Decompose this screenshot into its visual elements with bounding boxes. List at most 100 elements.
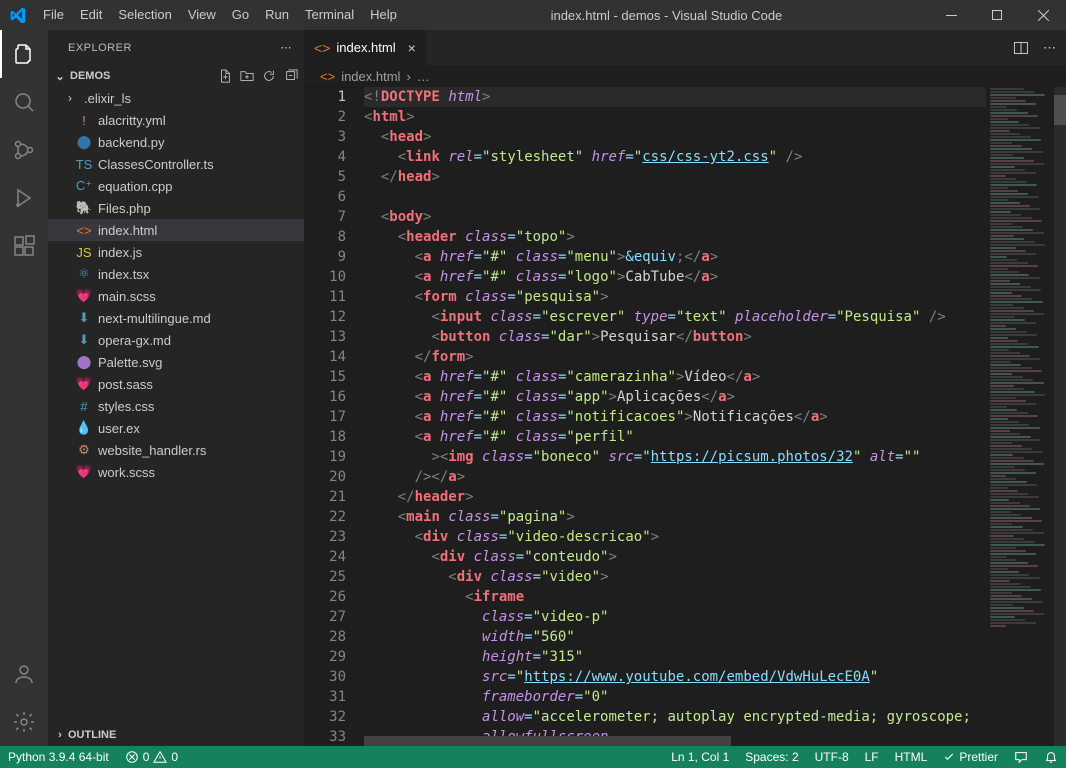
tree-item[interactable]: ›.elixir_ls: [48, 87, 304, 109]
activity-run[interactable]: [0, 174, 48, 222]
tab-close-icon[interactable]: ×: [408, 40, 416, 56]
file-tree[interactable]: ›.elixir_ls!alacritty.yml⬤backend.pyTSCl…: [48, 87, 304, 724]
file-name-label: opera-gx.md: [98, 333, 171, 348]
sidebar-explorer: EXPLORER ⋯ ⌄ DEMOS ›.elixir_ls!alacritty…: [48, 30, 304, 746]
file-icon: 💗: [76, 376, 92, 392]
editor-more-icon[interactable]: ⋯: [1043, 40, 1056, 56]
status-bell-icon[interactable]: [1036, 750, 1066, 764]
tree-item[interactable]: JS index.js: [48, 241, 304, 263]
scrollbar-thumb[interactable]: [1054, 95, 1066, 125]
tree-item[interactable]: ⬇ opera-gx.md: [48, 329, 304, 351]
tree-item[interactable]: 💗 post.sass: [48, 373, 304, 395]
file-icon: ⚙: [76, 442, 92, 458]
breadcrumb-file[interactable]: index.html: [341, 69, 400, 84]
activity-extensions[interactable]: [0, 222, 48, 270]
tab-index-html[interactable]: <> index.html ×: [304, 30, 427, 65]
file-name-label: equation.cpp: [98, 179, 172, 194]
status-language[interactable]: HTML: [887, 750, 936, 764]
menu-view[interactable]: View: [180, 0, 224, 30]
status-problems[interactable]: 0 0: [117, 750, 186, 764]
file-icon: JS: [76, 245, 92, 260]
tree-item[interactable]: ⚙website_handler.rs: [48, 439, 304, 461]
horizontal-scrollbar-thumb[interactable]: [364, 736, 731, 746]
status-cursor[interactable]: Ln 1, Col 1: [663, 750, 737, 764]
status-eol[interactable]: LF: [857, 750, 887, 764]
tree-item[interactable]: 💧 user.ex: [48, 417, 304, 439]
activity-explorer[interactable]: [0, 30, 48, 78]
file-icon: ⬇: [76, 310, 92, 326]
minimap[interactable]: [986, 87, 1066, 746]
vscode-logo-icon: [0, 7, 35, 23]
menu-go[interactable]: Go: [224, 0, 257, 30]
menu-help[interactable]: Help: [362, 0, 405, 30]
tree-item[interactable]: ⬇next-multilingue.md: [48, 307, 304, 329]
status-prettier[interactable]: Prettier: [935, 750, 1006, 764]
menu-selection[interactable]: Selection: [110, 0, 179, 30]
titlebar: File Edit Selection View Go Run Terminal…: [0, 0, 1066, 30]
tree-item[interactable]: !alacritty.yml: [48, 109, 304, 131]
tree-item[interactable]: C⁺ equation.cpp: [48, 175, 304, 197]
tree-item[interactable]: #styles.css: [48, 395, 304, 417]
explorer-more-icon[interactable]: ⋯: [281, 41, 293, 54]
close-button[interactable]: [1020, 0, 1066, 30]
activity-scm[interactable]: [0, 126, 48, 174]
file-name-label: user.ex: [98, 421, 140, 436]
project-section-header[interactable]: ⌄ DEMOS: [48, 65, 304, 87]
statusbar: Python 3.9.4 64-bit 0 0 Ln 1, Col 1 Spac…: [0, 746, 1066, 768]
file-icon: C⁺: [76, 178, 92, 194]
file-icon: ⬤: [76, 354, 92, 370]
menu-file[interactable]: File: [35, 0, 72, 30]
tree-item[interactable]: ⚛index.tsx: [48, 263, 304, 285]
file-icon: 💗: [76, 288, 92, 304]
editor-area: <> index.html × ⋯ <> index.html › … 1234…: [304, 30, 1066, 746]
tree-item[interactable]: 🐘Files.php: [48, 197, 304, 219]
code-content[interactable]: <!DOCTYPE html><html> <head> <link rel="…: [364, 87, 986, 746]
explorer-title-label: EXPLORER: [68, 42, 132, 54]
activity-manage[interactable]: [0, 698, 48, 746]
file-name-label: alacritty.yml: [98, 113, 166, 128]
tree-item[interactable]: TSClassesController.ts: [48, 153, 304, 175]
activity-bar: [0, 30, 48, 746]
window-title: index.html - demos - Visual Studio Code: [405, 8, 928, 23]
tab-label: index.html: [336, 40, 395, 55]
status-encoding[interactable]: UTF-8: [807, 750, 857, 764]
file-icon: ⬤: [76, 134, 92, 150]
refresh-icon[interactable]: [262, 69, 276, 83]
tree-item[interactable]: ⬤Palette.svg: [48, 351, 304, 373]
tree-item[interactable]: 💗 work.scss: [48, 461, 304, 483]
file-icon: ⬇: [76, 332, 92, 348]
breadcrumbs[interactable]: <> index.html › …: [304, 65, 1066, 87]
file-name-label: work.scss: [98, 465, 155, 480]
tree-item[interactable]: <>index.html: [48, 219, 304, 241]
scrollbar-track[interactable]: [1054, 87, 1066, 746]
file-icon: 💧: [76, 420, 92, 436]
split-editor-icon[interactable]: [1013, 40, 1029, 56]
menu-edit[interactable]: Edit: [72, 0, 110, 30]
file-icon: 💗: [76, 464, 92, 480]
file-name-label: Files.php: [98, 201, 151, 216]
editor-actions: ⋯: [1003, 30, 1066, 65]
tree-item[interactable]: 💗main.scss: [48, 285, 304, 307]
menu-terminal[interactable]: Terminal: [297, 0, 362, 30]
html-file-icon: <>: [314, 40, 330, 56]
activity-accounts[interactable]: [0, 650, 48, 698]
file-icon: TS: [76, 157, 92, 172]
outline-section-header[interactable]: › OUTLINE: [48, 724, 304, 746]
horizontal-scrollbar[interactable]: [364, 736, 976, 746]
minimize-button[interactable]: [928, 0, 974, 30]
maximize-button[interactable]: [974, 0, 1020, 30]
status-indent[interactable]: Spaces: 2: [737, 750, 806, 764]
breadcrumb-more[interactable]: …: [417, 69, 430, 84]
file-name-label: post.sass: [98, 377, 153, 392]
file-name-label: index.js: [98, 245, 142, 260]
menu-run[interactable]: Run: [257, 0, 297, 30]
code-area[interactable]: 1234567891011121314151617181920212223242…: [304, 87, 1066, 746]
new-file-icon[interactable]: [218, 69, 232, 83]
collapse-all-icon[interactable]: [284, 69, 298, 83]
line-number-gutter: 1234567891011121314151617181920212223242…: [304, 87, 364, 746]
status-python[interactable]: Python 3.9.4 64-bit: [0, 750, 117, 764]
status-feedback-icon[interactable]: [1006, 750, 1036, 764]
activity-search[interactable]: [0, 78, 48, 126]
new-folder-icon[interactable]: [240, 69, 254, 83]
tree-item[interactable]: ⬤backend.py: [48, 131, 304, 153]
